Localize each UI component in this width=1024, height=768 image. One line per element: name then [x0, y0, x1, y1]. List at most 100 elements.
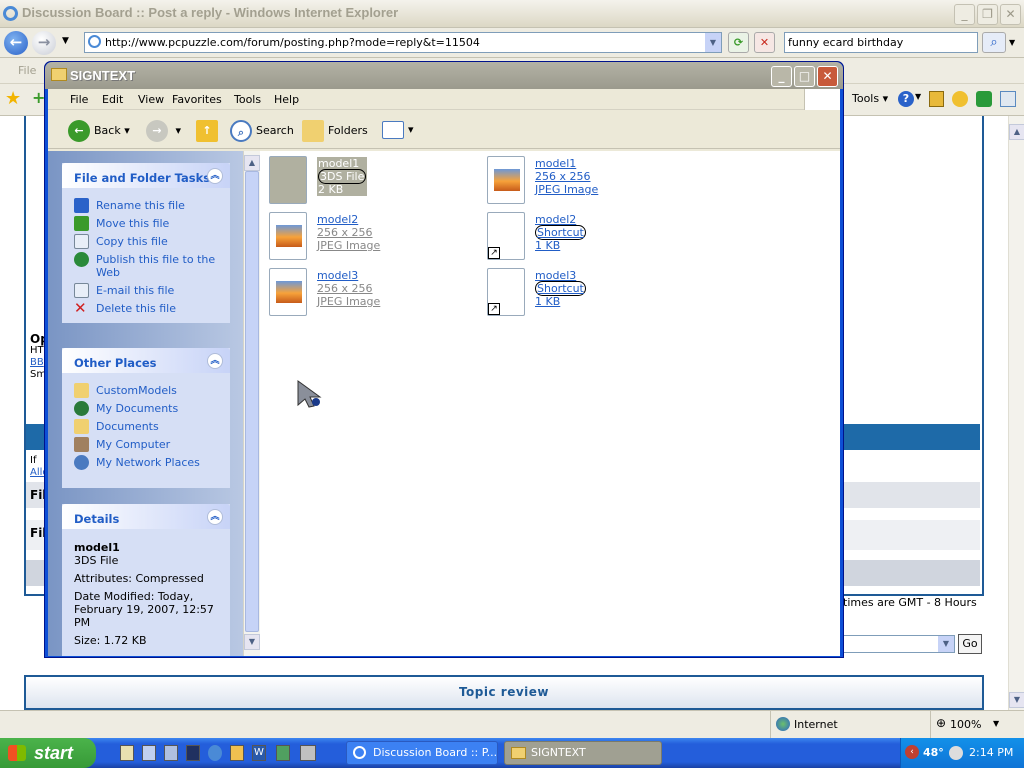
quicklaunch-media-icon[interactable] — [300, 745, 316, 761]
menu-help[interactable]: Help — [274, 93, 299, 106]
task-rename[interactable]: Rename this file — [74, 198, 230, 213]
ie-maximize-button[interactable]: ❐ — [977, 4, 998, 25]
scroll-up-icon[interactable]: ▲ — [244, 155, 260, 171]
ie-vertical-scrollbar[interactable]: ▲ ▼ — [1008, 116, 1024, 710]
search-options-icon[interactable]: ▼ — [1009, 38, 1015, 47]
address-dropdown-icon[interactable]: ▼ — [705, 33, 721, 52]
taskbar-item-signtext[interactable]: SIGNTEXT — [504, 741, 662, 765]
file-item[interactable]: ↗ model2 Shortcut 1 KB — [487, 212, 697, 262]
file-tasks-header[interactable]: File and Folder Tasks ︽ — [62, 163, 230, 188]
zoom-level[interactable]: 100% — [950, 718, 981, 731]
place-custommodels[interactable]: CustomModels — [74, 383, 230, 398]
magnifier-icon: ⌕ — [230, 120, 252, 142]
menu-file[interactable]: File — [70, 93, 88, 106]
weather-temp[interactable]: 48° — [923, 746, 944, 759]
addon-icon[interactable] — [952, 91, 968, 107]
forward-button[interactable]: → ▾ — [146, 120, 181, 142]
task-publish[interactable]: Publish this file to the Web — [74, 252, 230, 279]
quicklaunch-app-icon[interactable] — [276, 745, 290, 761]
views-button[interactable]: ▾ — [382, 120, 414, 140]
clock[interactable]: 2:14 PM — [969, 746, 1013, 759]
menu-view[interactable]: View — [138, 93, 164, 106]
favorites-star-icon[interactable]: ★ — [5, 88, 21, 109]
other-places-header[interactable]: Other Places ︽ — [62, 348, 230, 373]
stop-icon[interactable]: ✕ — [754, 32, 775, 53]
explorer-minimize-button[interactable]: _ — [771, 66, 792, 87]
collapse-chevron-icon[interactable]: ︽ — [207, 168, 223, 184]
collapse-chevron-icon[interactable]: ︽ — [207, 353, 223, 369]
refresh-icon[interactable]: ⟳ — [728, 32, 749, 53]
quicklaunch-browser-icon[interactable] — [208, 745, 222, 761]
history-dropdown-icon[interactable]: ▼ — [62, 36, 69, 46]
help-icon[interactable]: ? — [898, 91, 914, 107]
menu-favorites[interactable]: Favorites — [172, 93, 222, 106]
menu-tools[interactable]: Tools — [234, 93, 261, 106]
quicklaunch-word-icon[interactable]: W — [252, 745, 266, 761]
quicklaunch-ie-icon[interactable] — [120, 745, 134, 761]
start-button[interactable]: start — [0, 738, 96, 768]
quicklaunch-explorer-icon[interactable] — [164, 745, 178, 761]
zoom-icon[interactable]: ⊕ — [936, 716, 946, 730]
explorer-close-button[interactable]: ✕ — [817, 66, 838, 87]
forward-arrow-icon[interactable]: → — [32, 31, 56, 55]
file-item[interactable]: model2 256 x 256 JPEG Image — [269, 212, 479, 262]
zoom-dropdown-icon[interactable]: ▼ — [993, 719, 999, 728]
messenger-icon[interactable] — [976, 91, 992, 107]
research-icon[interactable] — [929, 91, 944, 107]
explorer-menu-bar: File Edit View Favorites Tools Help — [48, 89, 840, 110]
task-copy[interactable]: Copy this file — [74, 234, 230, 249]
forum-go-button[interactable]: Go — [958, 634, 982, 654]
jump-dropdown-icon[interactable]: ▼ — [938, 636, 954, 652]
place-my-network[interactable]: My Network Places — [74, 455, 230, 470]
ie-close-button[interactable]: ✕ — [1000, 4, 1021, 25]
explorer-maximize-button[interactable]: □ — [794, 66, 815, 87]
ie-minimize-button[interactable]: _ — [954, 4, 975, 25]
file-item[interactable]: model3 256 x 256 JPEG Image — [269, 268, 479, 318]
menu-edit[interactable]: Edit — [102, 93, 123, 106]
search-button[interactable]: ⌕ Search — [230, 120, 294, 142]
scroll-down-icon[interactable]: ▼ — [1009, 692, 1024, 708]
address-input[interactable]: http://www.pcpuzzle.com/forum/posting.ph… — [84, 32, 722, 53]
explorer-title-bar[interactable]: SIGNTEXT _ □ ✕ — [45, 62, 843, 89]
tray-network-icon[interactable] — [949, 746, 963, 760]
ie-tools-menu[interactable]: Tools ▾ — [852, 92, 888, 105]
task-email[interactable]: E-mail this file — [74, 283, 230, 298]
file-item[interactable]: model1 256 x 256 JPEG Image — [487, 156, 697, 206]
quicklaunch-desktop-icon[interactable] — [142, 745, 156, 761]
scroll-down-icon[interactable]: ▼ — [244, 634, 260, 650]
place-my-documents[interactable]: My Documents — [74, 401, 230, 416]
task-move[interactable]: Move this file — [74, 216, 230, 231]
task-delete[interactable]: ✕ Delete this file — [74, 301, 230, 316]
taskbar-item-ie[interactable]: Discussion Board :: P... — [346, 741, 498, 765]
ie-menu-file[interactable]: File — [18, 64, 36, 77]
folders-button[interactable]: Folders — [302, 120, 368, 142]
quicklaunch-cmd-icon[interactable] — [186, 745, 200, 761]
place-my-computer[interactable]: My Computer — [74, 437, 230, 452]
explorer-task-pane: File and Folder Tasks ︽ Rename this file … — [48, 151, 243, 656]
network-places-icon — [74, 455, 89, 470]
task-pane-scrollbar[interactable]: ▲ ▼ — [243, 151, 260, 656]
collapse-chevron-icon[interactable]: ︽ — [207, 509, 223, 525]
quicklaunch-clock-icon[interactable] — [230, 745, 244, 761]
place-my-network-label: My Network Places — [96, 456, 200, 469]
file-item[interactable]: ↗ model3 Shortcut 1 KB — [487, 268, 697, 318]
file-size: 1 KB — [535, 295, 561, 308]
windows-taskbar: start W Discussion Board :: P... SIGNTEX… — [0, 738, 1024, 768]
up-folder-button[interactable]: ↑ — [196, 120, 222, 142]
back-button[interactable]: ← Back ▾ — [68, 120, 130, 142]
scroll-up-icon[interactable]: ▲ — [1009, 124, 1024, 140]
back-arrow-icon[interactable]: ← — [4, 31, 28, 55]
scroll-thumb[interactable] — [245, 171, 259, 632]
help-dropdown-icon[interactable]: ▼ — [915, 92, 921, 101]
file-item[interactable]: model1 3DS File 2 KB — [269, 156, 479, 206]
search-icon[interactable]: ⌕ — [982, 32, 1006, 53]
place-documents[interactable]: Documents — [74, 419, 230, 434]
details-header[interactable]: Details ︽ — [62, 504, 230, 529]
search-input[interactable]: funny ecard birthday — [784, 32, 978, 53]
fullscreen-icon[interactable] — [1000, 91, 1016, 107]
tray-collapse-icon[interactable]: ‹ — [905, 745, 919, 759]
forum-bbcode-link[interactable]: BB — [30, 357, 44, 368]
ie-title-bar: Discussion Board :: Post a reply - Windo… — [0, 0, 1024, 28]
forum-jump-select[interactable]: ▼ — [843, 635, 955, 653]
email-icon — [74, 283, 89, 298]
